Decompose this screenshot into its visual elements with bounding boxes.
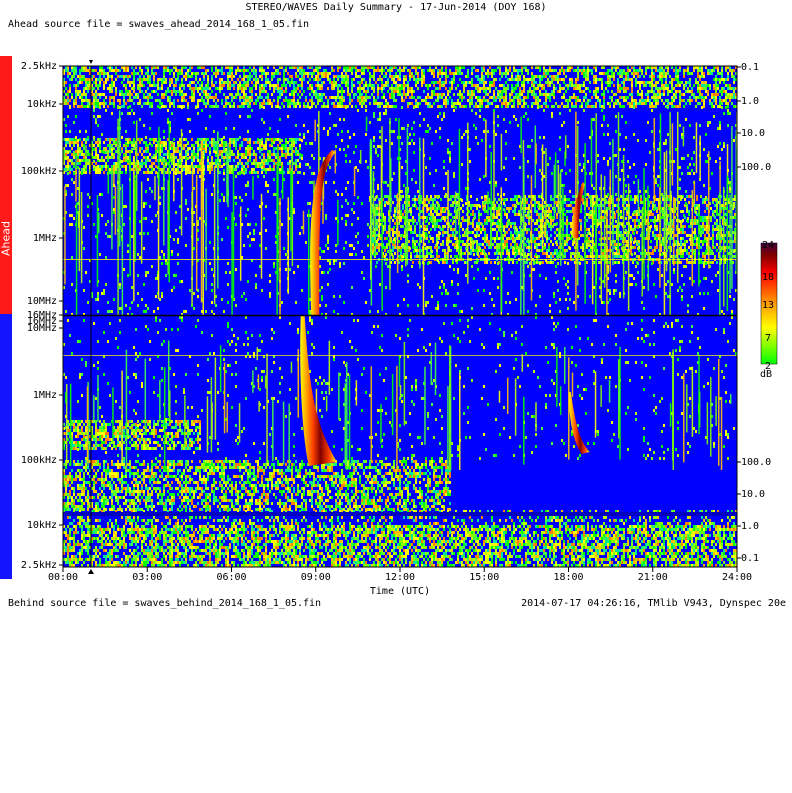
behind-right-label: 1.0 <box>741 521 759 532</box>
x-tick-label: 03:00 <box>132 572 162 583</box>
behind-right-label: 0.1 <box>741 553 759 564</box>
colorbar-tick-label: 7 <box>765 333 771 344</box>
colorbar-unit: dB <box>760 369 772 380</box>
ahead-freq-label: 1MHz <box>33 233 57 244</box>
x-tick-label: 12:00 <box>385 572 415 583</box>
x-tick-label: 15:00 <box>469 572 499 583</box>
x-tick-label: 21:00 <box>638 572 668 583</box>
ahead-right-label: 0.1 <box>741 62 759 73</box>
behind-freq-label: 10MHz <box>27 323 57 334</box>
x-tick-label: 00:00 <box>48 572 78 583</box>
ahead-right-label: 100.0 <box>741 162 771 173</box>
colorbar-tick-label: 24 <box>762 240 774 251</box>
ahead-spectrogram <box>63 66 738 316</box>
cursor-bottom-marker <box>88 569 94 574</box>
x-axis: 00:00 03:00 06:00 09:00 12:00 15:00 18:00 21:00… <box>48 567 752 583</box>
left-axis: 2.5kHz10kHz100kHz1MHz10MHz16MHz16MHz10MH… <box>21 61 63 571</box>
ahead-right-label: 1.0 <box>741 96 759 107</box>
ahead-freq-label: 2.5kHz <box>21 61 57 72</box>
colorbar-tick-label: 18 <box>762 272 774 283</box>
x-tick-label: 06:00 <box>216 572 246 583</box>
behind-label: Behind <box>0 751 13 793</box>
behind-freq-label: 100kHz <box>21 455 57 466</box>
colorbar-tick-label: 13 <box>762 300 774 311</box>
behind-freq-label: 1MHz <box>33 390 57 401</box>
behind-right-label: 100.0 <box>741 457 771 468</box>
x-axis-label: Time (UTC) <box>370 586 430 597</box>
footer-timestamp: 2014-07-17 04:26:16, TMlib V943, Dynspec… <box>521 598 786 609</box>
behind-freq-label: 10kHz <box>27 520 57 531</box>
ahead-freq-label: 100kHz <box>21 166 57 177</box>
behind-spectrogram <box>63 316 737 567</box>
ahead-right-label: 10.0 <box>741 128 765 139</box>
x-tick-label: 24:00 <box>722 572 752 583</box>
x-tick-label: 09:00 <box>301 572 331 583</box>
x-tick-label: 18:00 <box>553 572 583 583</box>
ahead-freq-label: 10MHz <box>27 296 57 307</box>
dynamic-spectrum-chart: 2.5kHz10kHz100kHz1MHz10MHz16MHz16MHz10MH… <box>0 0 792 612</box>
cursor-top-marker <box>89 60 93 64</box>
behind-freq-label: 2.5kHz <box>21 560 57 571</box>
behind-source-file: Behind source file = swaves_behind_2014_… <box>8 598 321 609</box>
ahead-freq-label: 10kHz <box>27 99 57 110</box>
behind-right-label: 10.0 <box>741 489 765 500</box>
